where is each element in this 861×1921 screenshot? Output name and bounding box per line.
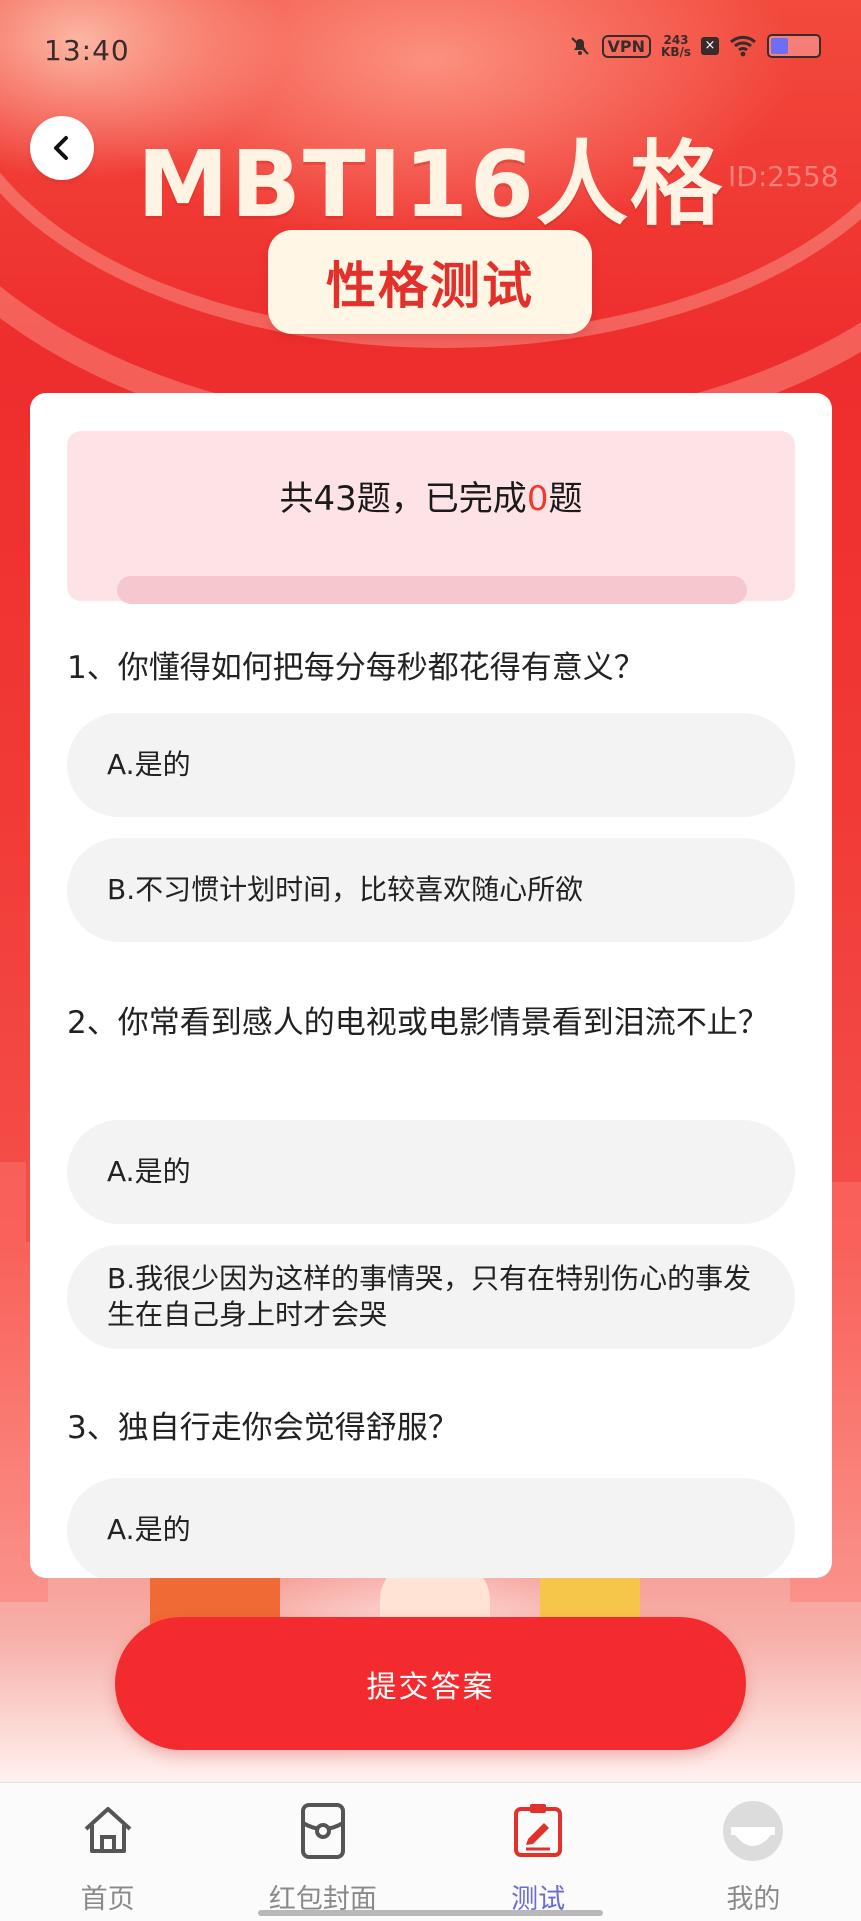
option-2b[interactable]: B.我很少因为这样的事情哭，只有在特别伤心的事发生在自己身上时才会哭 (67, 1245, 795, 1349)
option-label: B.不习惯计划时间，比较喜欢随心所欲 (107, 873, 584, 906)
tab-label: 首页 (80, 1884, 135, 1915)
tab-mine[interactable]: 我的 (646, 1783, 861, 1921)
bell-muted-icon (570, 37, 589, 55)
status-icons: VPN 243 KB/s × (568, 34, 821, 58)
home-icon (84, 1807, 131, 1853)
question-card: 共43题，已完成0题 1、你懂得如何把每分每秒都花得有意义？ A.是的 B.不习… (30, 393, 832, 1578)
option-1b[interactable]: B.不习惯计划时间，比较喜欢随心所欲 (67, 838, 795, 942)
test-edit-icon (514, 1804, 563, 1857)
tab-red-envelope[interactable]: 红包封面 (215, 1783, 430, 1921)
option-label: A.是的 (107, 748, 191, 781)
home-indicator (258, 1910, 603, 1916)
status-time: 13:40 (44, 34, 130, 67)
completed-count: 0 (526, 479, 549, 519)
question-1: 1、你懂得如何把每分每秒都花得有意义？ (67, 650, 645, 686)
option-label: A.是的 (107, 1155, 191, 1188)
envelope-icon (300, 1803, 345, 1859)
status-bar: 13:40 VPN 243 KB/s × (0, 0, 861, 100)
progress-panel: 共43题，已完成0题 (67, 431, 795, 604)
tab-test[interactable]: 测试 (431, 1783, 646, 1921)
question-3: 3、独自行走你会觉得舒服？ (67, 1410, 459, 1446)
wifi-icon (730, 35, 756, 57)
bottom-tab-bar: 首页 红包封面 测试 我的 (0, 1782, 861, 1921)
page-subtitle: 性格测试 (268, 230, 592, 334)
tab-label: 我的 (726, 1884, 781, 1915)
watermark: ID:2558 (728, 160, 839, 193)
battery-icon (767, 34, 821, 58)
progress-text: 共43题，已完成0题 (279, 479, 583, 519)
option-2a[interactable]: A.是的 (67, 1120, 795, 1224)
network-speed: 243 KB/s (661, 33, 691, 59)
vpn-badge: VPN (601, 34, 652, 58)
option-label: B.我很少因为这样的事情哭，只有在特别伤心的事发生在自己身上时才会哭 (107, 1262, 752, 1331)
option-3a[interactable]: A.是的 (67, 1478, 795, 1578)
question-2: 2、你常看到感人的电视或电影情景看到泪流不止？ (67, 1005, 769, 1041)
submit-button[interactable]: 提交答案 (115, 1617, 746, 1750)
option-1a[interactable]: A.是的 (67, 713, 795, 817)
progress-bar (117, 576, 747, 604)
tab-home[interactable]: 首页 (0, 1783, 215, 1921)
avatar-icon (723, 1801, 784, 1861)
option-label: A.是的 (107, 1513, 191, 1546)
close-notification-icon: × (701, 37, 719, 55)
